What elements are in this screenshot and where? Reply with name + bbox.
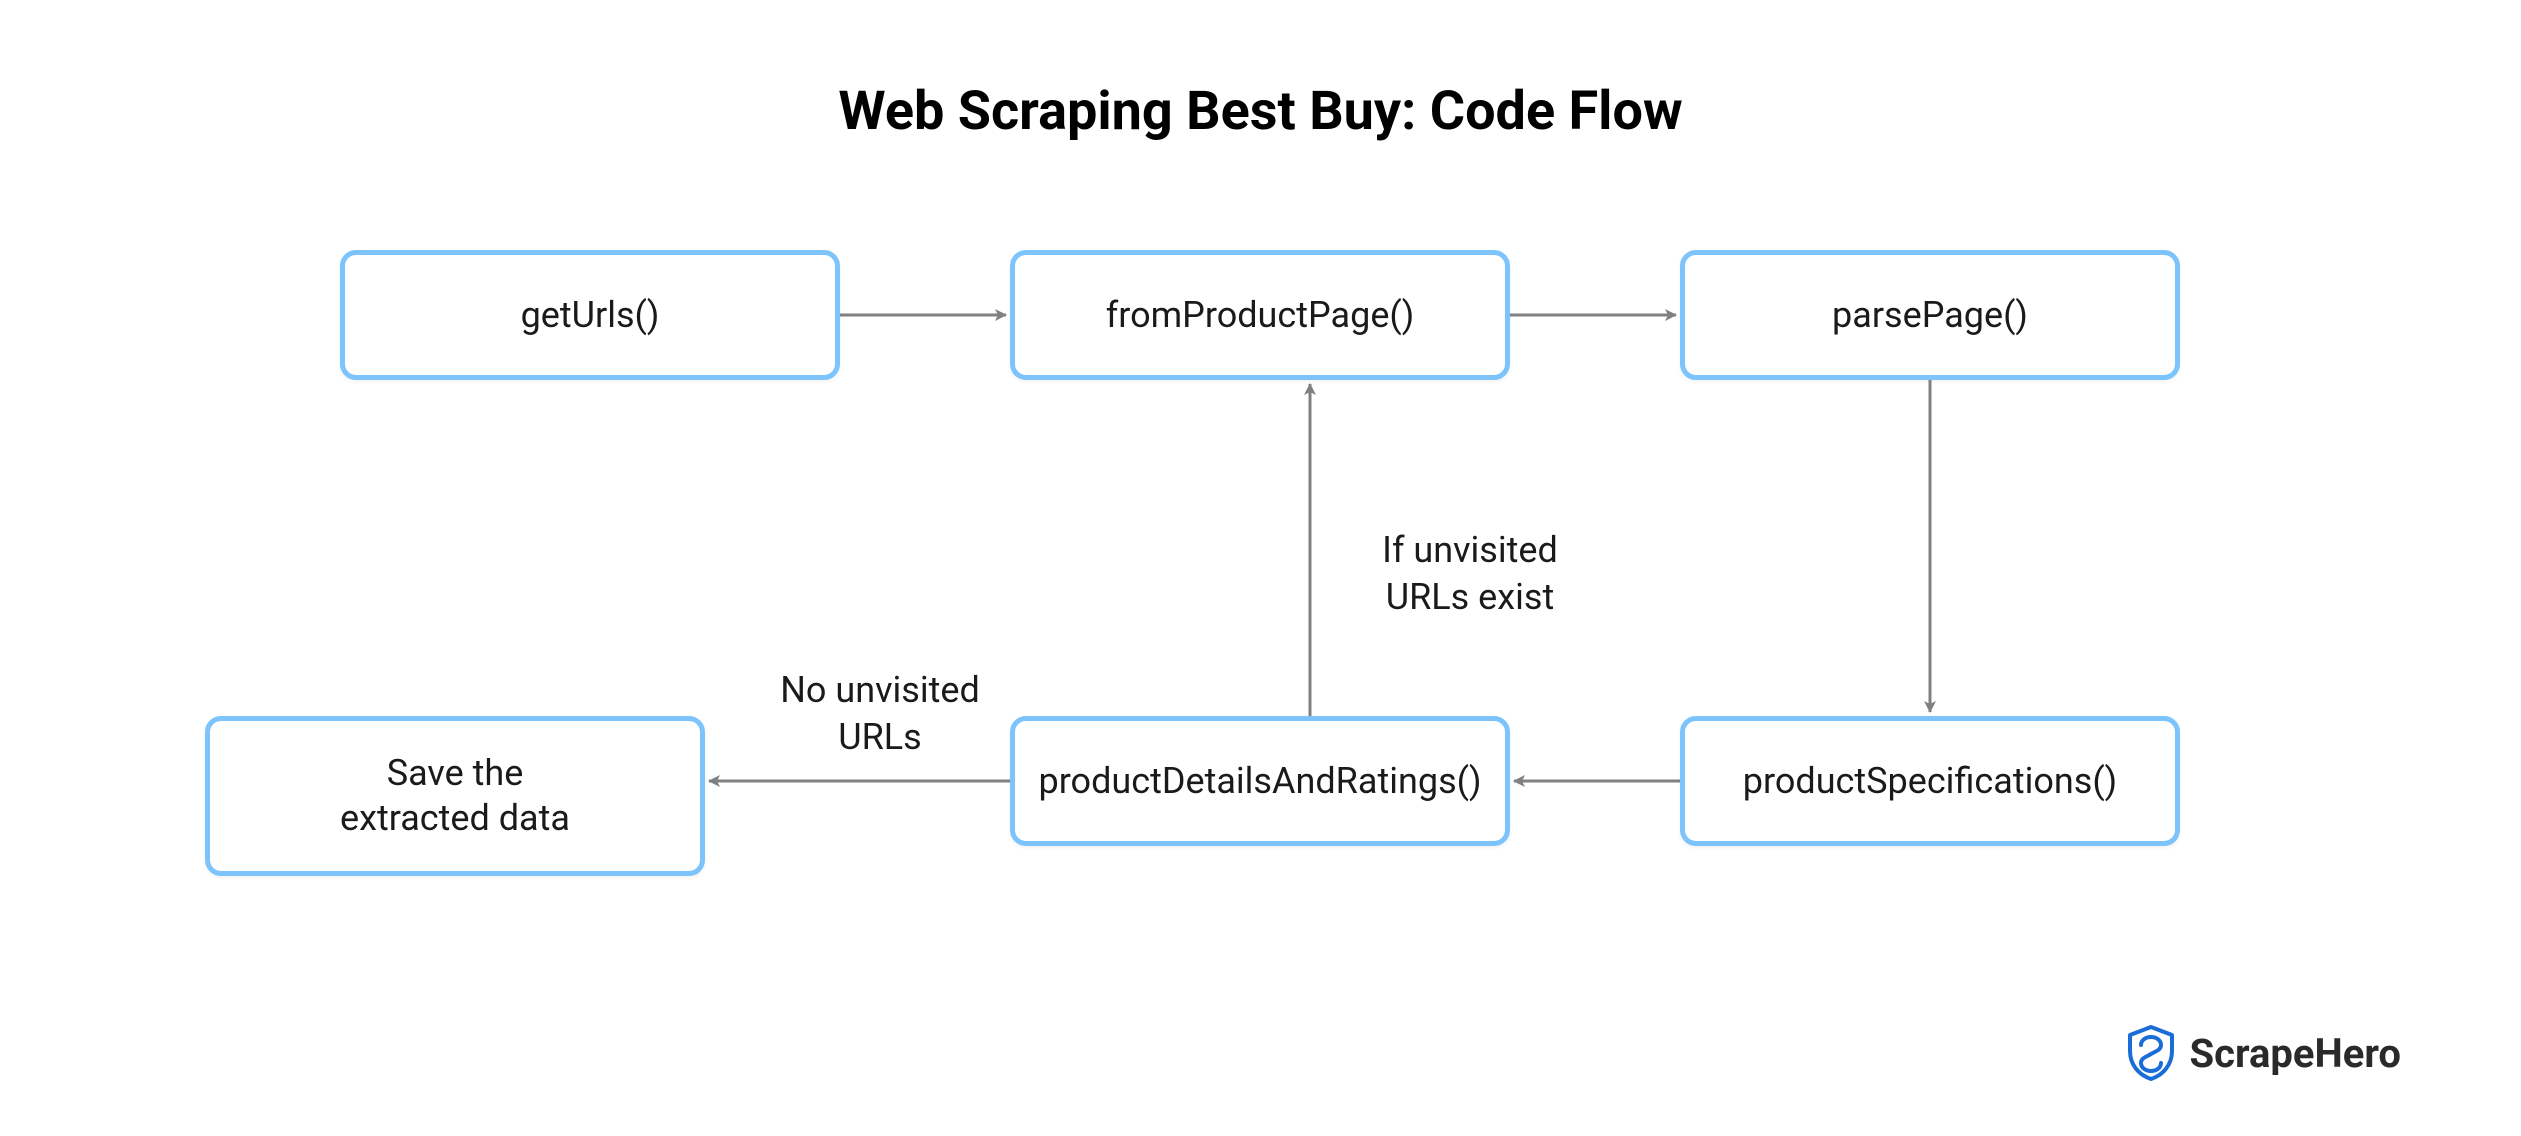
node-parse-page: parsePage() <box>1680 250 2180 380</box>
diagram-canvas: Web Scraping Best Buy: Code Flow getUrls… <box>0 0 2521 1136</box>
brand-logo: ScrapeHero <box>2126 1025 2401 1081</box>
node-label: fromProductPage() <box>1106 293 1415 338</box>
node-get-urls: getUrls() <box>340 250 840 380</box>
node-label: productDetailsAndRatings() <box>1038 759 1481 804</box>
edge-label-no-unvisited: No unvisited URLs <box>750 620 1010 760</box>
diagram-arrows <box>0 0 2521 1136</box>
node-label: getUrls() <box>521 293 660 338</box>
node-product-specifications: productSpecifications() <box>1680 716 2180 846</box>
node-label: parsePage() <box>1832 293 2028 338</box>
node-label: productSpecifications() <box>1743 759 2117 804</box>
shield-icon <box>2126 1025 2176 1081</box>
node-product-details-and-ratings: productDetailsAndRatings() <box>1010 716 1510 846</box>
node-label: Save the extracted data <box>340 751 570 841</box>
node-from-product-page: fromProductPage() <box>1010 250 1510 380</box>
edge-label-unvisited-exist: If unvisited URLs exist <box>1340 480 1600 620</box>
diagram-title: Web Scraping Best Buy: Code Flow <box>0 80 2521 143</box>
brand-name: ScrapeHero <box>2190 1030 2401 1077</box>
node-save-extracted-data: Save the extracted data <box>205 716 705 876</box>
